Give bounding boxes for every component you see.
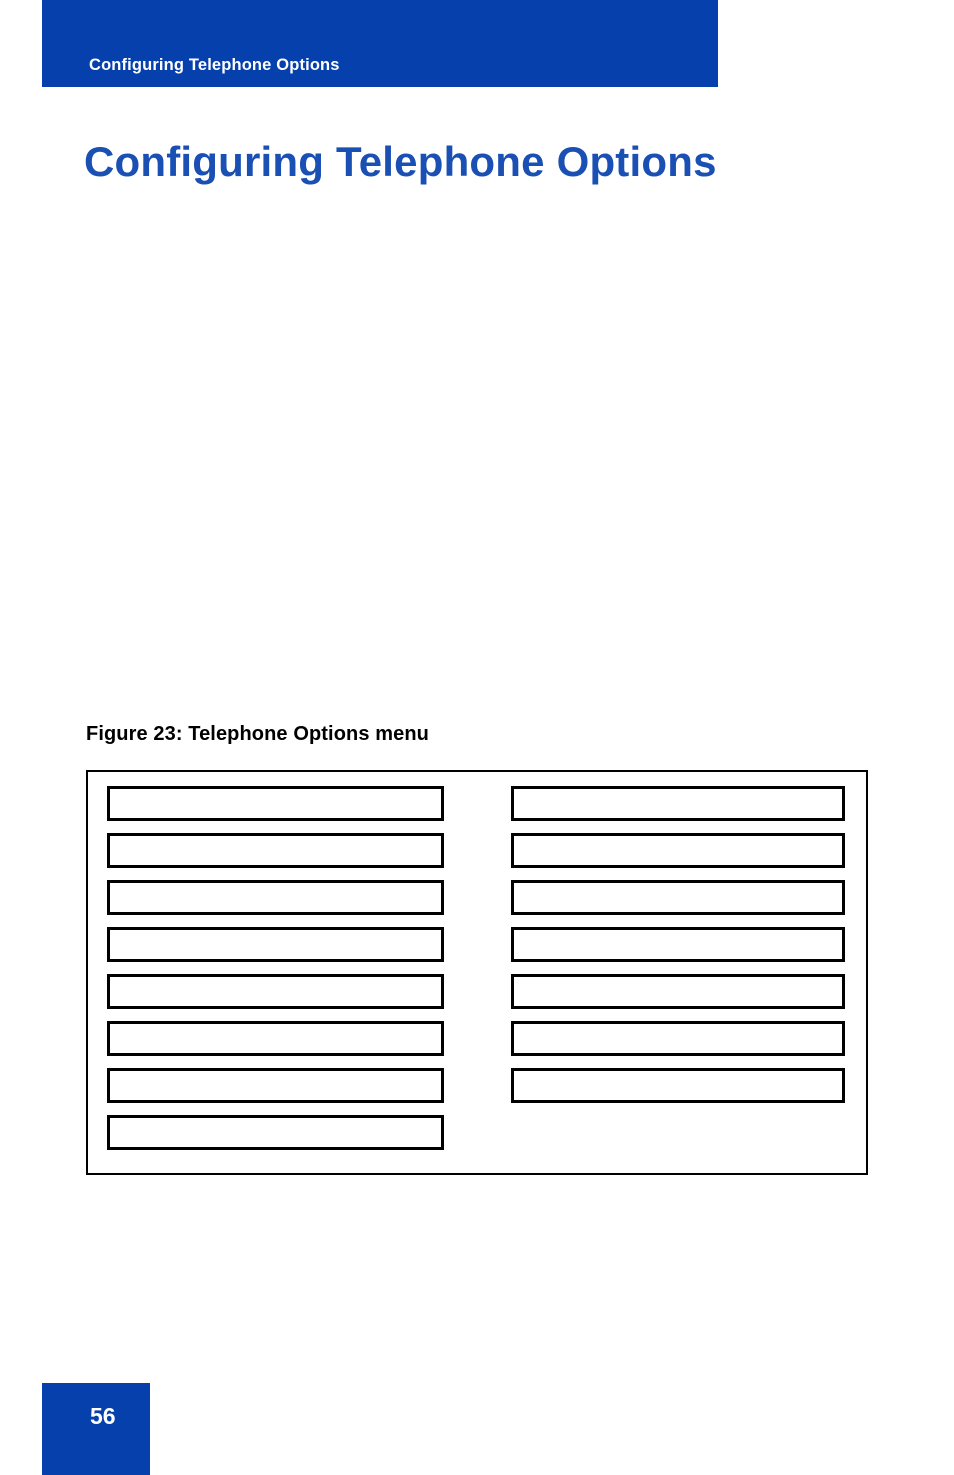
menu-item[interactable]: [511, 1021, 845, 1056]
body-text-region: [86, 190, 870, 700]
document-page: Configuring Telephone Options Configurin…: [0, 0, 954, 1475]
menu-column-right: [511, 786, 845, 1103]
menu-item[interactable]: [107, 1115, 444, 1150]
menu-item[interactable]: [107, 927, 444, 962]
page-number-block: 56: [42, 1383, 150, 1475]
menu-column-left: [107, 786, 444, 1150]
menu-item[interactable]: [511, 927, 845, 962]
figure-telephone-options-menu: [86, 770, 868, 1175]
page-number: 56: [90, 1403, 116, 1429]
menu-item[interactable]: [107, 786, 444, 821]
menu-item[interactable]: [107, 880, 444, 915]
running-header-title: Configuring Telephone Options: [89, 56, 340, 74]
menu-item[interactable]: [511, 880, 845, 915]
menu-item[interactable]: [107, 833, 444, 868]
chapter-title: Configuring Telephone Options: [84, 138, 717, 186]
figure-caption: Figure 23: Telephone Options menu: [86, 723, 429, 745]
menu-item[interactable]: [511, 833, 845, 868]
menu-item[interactable]: [511, 1068, 845, 1103]
menu-item[interactable]: [511, 974, 845, 1009]
menu-item[interactable]: [107, 974, 444, 1009]
menu-item[interactable]: [107, 1021, 444, 1056]
menu-item[interactable]: [107, 1068, 444, 1103]
menu-item[interactable]: [511, 786, 845, 821]
running-header-bar: Configuring Telephone Options: [42, 0, 718, 87]
